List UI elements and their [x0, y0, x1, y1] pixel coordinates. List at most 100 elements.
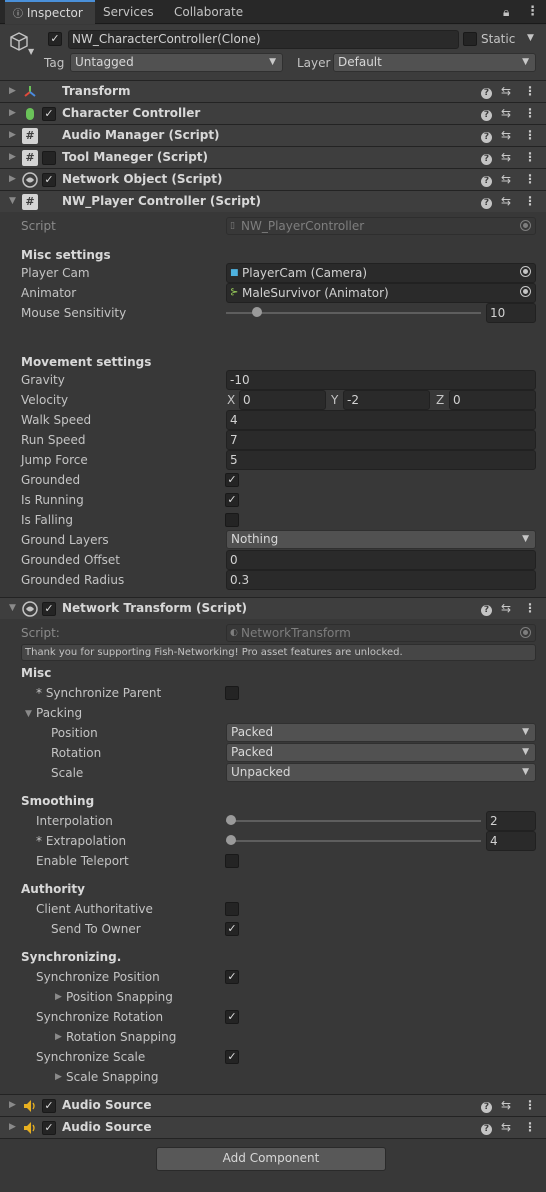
- presets-icon[interactable]: ⇆: [501, 1098, 511, 1112]
- help-icon[interactable]: ?: [481, 1120, 492, 1135]
- foldout-arrow-icon[interactable]: ▶: [9, 108, 16, 118]
- object-name-field[interactable]: NW_CharacterController(Clone): [68, 30, 459, 49]
- tab-collaborate[interactable]: Collaborate: [174, 0, 243, 24]
- interpolation-field[interactable]: 2: [486, 811, 536, 831]
- animator-field[interactable]: ⊱ MaleSurvivor (Animator): [226, 283, 536, 303]
- interpolation-slider[interactable]: [226, 820, 481, 822]
- component-tool-manager[interactable]: ▶ # Tool Maneger (Script) ? ⇆ ⋮: [0, 146, 546, 168]
- help-icon[interactable]: ?: [481, 84, 492, 99]
- foldout-arrow-icon[interactable]: ▶: [55, 1072, 62, 1082]
- send-to-owner-checkbox[interactable]: ✓: [225, 922, 239, 936]
- extrapolation-field[interactable]: 4: [486, 831, 536, 851]
- add-component-button[interactable]: Add Component: [156, 1147, 386, 1171]
- object-active-checkbox[interactable]: ✓: [48, 32, 62, 46]
- extrapolation-slider-handle[interactable]: [226, 835, 236, 845]
- static-checkbox[interactable]: [463, 32, 477, 46]
- enabled-checkbox[interactable]: ✓: [42, 1099, 56, 1113]
- scale-snapping-label[interactable]: Scale Snapping: [66, 1070, 158, 1084]
- static-dropdown-icon[interactable]: ▼: [527, 33, 534, 43]
- foldout-arrow-icon[interactable]: ▶: [55, 1032, 62, 1042]
- component-menu-icon[interactable]: ⋮: [524, 1120, 536, 1134]
- is-falling-checkbox[interactable]: [225, 513, 239, 527]
- velocity-y-field[interactable]: -2: [343, 390, 430, 410]
- grounded-radius-field[interactable]: 0.3: [226, 570, 536, 590]
- velocity-x-field[interactable]: 0: [239, 390, 326, 410]
- sync-parent-checkbox[interactable]: [225, 686, 239, 700]
- client-authoritative-checkbox[interactable]: [225, 902, 239, 916]
- component-audio-source[interactable]: ▶ ✓ Audio Source ? ⇆ ⋮: [0, 1116, 546, 1138]
- component-audio-manager[interactable]: ▶ # Audio Manager (Script) ? ⇆ ⋮: [0, 124, 546, 146]
- component-audio-source[interactable]: ▶ ✓ Audio Source ? ⇆ ⋮: [0, 1094, 546, 1116]
- help-icon[interactable]: ?: [481, 150, 492, 165]
- icon-dropdown-arrow-icon[interactable]: ▼: [28, 47, 34, 56]
- tag-dropdown[interactable]: Untagged ▼: [70, 53, 283, 72]
- presets-icon[interactable]: ⇆: [501, 172, 511, 186]
- tab-services[interactable]: Services: [103, 0, 154, 24]
- foldout-arrow-expanded-icon[interactable]: ▼: [9, 603, 16, 613]
- run-speed-field[interactable]: 7: [226, 430, 536, 450]
- tab-inspector[interactable]: ⓘ Inspector: [5, 0, 95, 24]
- is-running-checkbox[interactable]: ✓: [225, 493, 239, 507]
- presets-icon[interactable]: ⇆: [501, 106, 511, 120]
- help-icon[interactable]: ?: [481, 128, 492, 143]
- enable-teleport-checkbox[interactable]: [225, 854, 239, 868]
- object-picker-icon[interactable]: [520, 266, 531, 277]
- foldout-arrow-icon[interactable]: ▶: [9, 152, 16, 162]
- foldout-arrow-icon[interactable]: ▶: [9, 174, 16, 184]
- component-player-controller[interactable]: ▼ # NW_Player Controller (Script) ? ⇆ ⋮: [0, 190, 546, 212]
- foldout-arrow-icon[interactable]: ▶: [9, 1122, 16, 1132]
- interpolation-slider-handle[interactable]: [226, 815, 236, 825]
- help-icon[interactable]: ?: [481, 106, 492, 121]
- extrapolation-slider[interactable]: [226, 840, 481, 842]
- component-network-object[interactable]: ▶ ✓ Network Object (Script) ? ⇆ ⋮: [0, 168, 546, 190]
- position-snapping-label[interactable]: Position Snapping: [66, 990, 173, 1004]
- component-transform[interactable]: ▶ Transform ? ⇆ ⋮: [0, 80, 546, 102]
- help-icon[interactable]: ?: [481, 601, 492, 616]
- jump-force-field[interactable]: 5: [226, 450, 536, 470]
- foldout-arrow-icon[interactable]: ▶: [9, 1100, 16, 1110]
- layer-dropdown[interactable]: Default ▼: [333, 53, 536, 72]
- presets-icon[interactable]: ⇆: [501, 194, 511, 208]
- foldout-arrow-icon[interactable]: ▶: [9, 130, 16, 140]
- component-network-transform[interactable]: ▼ ✓ Network Transform (Script) ? ⇆ ⋮: [0, 597, 546, 619]
- packing-rotation-dropdown[interactable]: Packed ▼: [226, 743, 536, 762]
- foldout-arrow-expanded-icon[interactable]: ▼: [25, 709, 32, 719]
- packing-scale-dropdown[interactable]: Unpacked ▼: [226, 763, 536, 782]
- component-character-controller[interactable]: ▶ ✓ Character Controller ? ⇆ ⋮: [0, 102, 546, 124]
- rotation-snapping-label[interactable]: Rotation Snapping: [66, 1030, 176, 1044]
- enabled-checkbox[interactable]: [42, 151, 56, 165]
- presets-icon[interactable]: ⇆: [501, 1120, 511, 1134]
- packing-label[interactable]: Packing: [36, 706, 82, 720]
- component-menu-icon[interactable]: ⋮: [524, 128, 536, 142]
- lock-icon[interactable]: 🔒︎: [503, 0, 509, 24]
- gameobject-cube-icon[interactable]: [8, 31, 30, 53]
- kebab-menu-icon[interactable]: ⋮: [526, 0, 539, 24]
- presets-icon[interactable]: ⇆: [501, 150, 511, 164]
- sync-rotation-checkbox[interactable]: ✓: [225, 1010, 239, 1024]
- help-icon[interactable]: ?: [481, 1098, 492, 1113]
- ground-layers-dropdown[interactable]: Nothing ▼: [226, 530, 536, 549]
- mouse-sensitivity-field[interactable]: 10: [486, 303, 536, 323]
- velocity-z-field[interactable]: 0: [449, 390, 536, 410]
- enabled-checkbox[interactable]: ✓: [42, 1121, 56, 1135]
- walk-speed-field[interactable]: 4: [226, 410, 536, 430]
- player-cam-field[interactable]: ■ PlayerCam (Camera): [226, 263, 536, 283]
- mouse-sensitivity-slider-handle[interactable]: [251, 307, 262, 317]
- foldout-arrow-icon[interactable]: ▶: [9, 86, 16, 96]
- foldout-arrow-expanded-icon[interactable]: ▼: [9, 196, 16, 206]
- foldout-arrow-icon[interactable]: ▶: [55, 992, 62, 1002]
- enabled-checkbox[interactable]: ✓: [42, 602, 56, 616]
- grounded-offset-field[interactable]: 0: [226, 550, 536, 570]
- gravity-field[interactable]: -10: [226, 370, 536, 390]
- grounded-checkbox[interactable]: ✓: [225, 473, 239, 487]
- help-icon[interactable]: ?: [481, 194, 492, 209]
- component-menu-icon[interactable]: ⋮: [524, 194, 536, 208]
- help-icon[interactable]: ?: [481, 172, 492, 187]
- component-menu-icon[interactable]: ⋮: [524, 106, 536, 120]
- enabled-checkbox[interactable]: ✓: [42, 107, 56, 121]
- component-menu-icon[interactable]: ⋮: [524, 150, 536, 164]
- component-menu-icon[interactable]: ⋮: [524, 601, 536, 615]
- sync-position-checkbox[interactable]: ✓: [225, 970, 239, 984]
- mouse-sensitivity-slider[interactable]: [226, 312, 481, 314]
- packing-position-dropdown[interactable]: Packed ▼: [226, 723, 536, 742]
